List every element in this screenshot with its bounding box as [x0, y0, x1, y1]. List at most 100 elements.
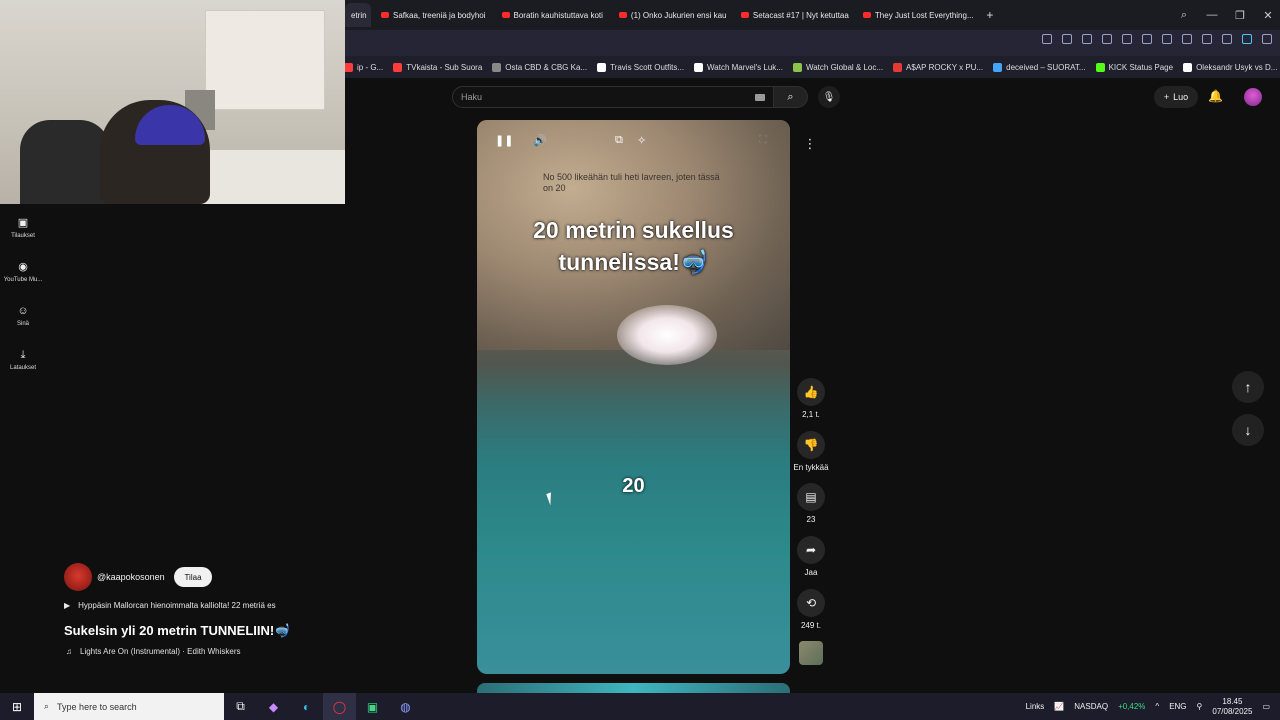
channel-avatar[interactable] [64, 563, 92, 591]
bookmark-item[interactable]: ip - G... [344, 62, 383, 72]
browser-tab[interactable]: Safkaa, treeniä ja bodyhoi [375, 3, 492, 27]
volume-icon[interactable]: 🔊 [533, 134, 547, 147]
bookmark-favicon-icon [597, 62, 607, 72]
bookmark-label: Watch Marvel's Luk... [707, 62, 783, 72]
create-button[interactable]: + Luo [1154, 86, 1198, 108]
channel-handle[interactable]: @kaapokosonen [97, 572, 165, 582]
subscribe-button[interactable]: Tilaa [174, 567, 212, 587]
search-button[interactable]: ⌕ [774, 86, 808, 108]
sidebar-item-label: YouTube Mu... [3, 277, 43, 283]
profile-icon[interactable] [1222, 34, 1232, 44]
edge-icon[interactable]: ◐ [290, 693, 323, 720]
bookmark-item[interactable]: Osta CBD & CBG Ka... [492, 62, 587, 72]
youtube-music-icon: ◉ [18, 261, 28, 273]
tab-label: Boratin kauhistuttava koti [513, 10, 603, 20]
microphone-icon: 🎙 [822, 91, 836, 103]
video-title-line-1: 20 metrin sukellus [533, 217, 734, 243]
more-options-icon[interactable]: ⋮ [803, 136, 817, 152]
account-avatar[interactable] [1244, 88, 1262, 106]
bookmark-item[interactable]: KICK Status Page [1095, 62, 1173, 72]
app-icon[interactable]: ▣ [356, 693, 389, 720]
task-view-icon[interactable]: ⧉ [224, 693, 257, 720]
arrow-down-icon: ↓ [1244, 422, 1252, 438]
comments-button[interactable]: ▤ 23 [790, 483, 832, 524]
sound-thumbnail[interactable] [799, 641, 823, 665]
sidebar-item[interactable]: ☺ Sinä [0, 305, 46, 327]
browser-tab[interactable]: Setacast #17 | Nyt ketuttaa [735, 3, 853, 27]
network-icon[interactable]: ⚲ [1197, 702, 1203, 711]
opera-icon[interactable]: ◯ [323, 693, 356, 720]
ai-icon[interactable] [1242, 34, 1252, 44]
shield-icon[interactable] [1102, 34, 1112, 44]
tab-label: etrin [351, 10, 367, 20]
language-indicator[interactable]: ENG [1169, 702, 1186, 711]
copilot-icon[interactable]: ◆ [257, 693, 290, 720]
dislike-button[interactable]: 👎 En tykkää [790, 431, 832, 472]
window-controls: ⌕ — ❐ ✕ [1168, 0, 1280, 30]
search-input[interactable]: Haku [452, 86, 774, 108]
clock-time: 18.45 [1222, 696, 1243, 706]
bookmark-item[interactable]: Watch Marvel's Luk... [694, 62, 783, 72]
restore-button[interactable]: ❐ [1228, 9, 1252, 22]
bookmark-favicon-icon [492, 62, 502, 72]
youtube-favicon-icon [381, 12, 389, 18]
sidebar-item[interactable]: ⤓ Lataukset [0, 349, 46, 371]
music-attribution[interactable]: ♫ Lights Are On (Instrumental) · Edith W… [66, 647, 241, 656]
links-label[interactable]: Links [1026, 702, 1045, 711]
keyboard-icon[interactable] [755, 94, 765, 101]
bookmark-item[interactable]: TVkaista - Sub Suora [393, 62, 482, 72]
menu-icon[interactable] [1202, 34, 1212, 44]
fullscreen-icon[interactable]: ⛶ [759, 134, 767, 147]
bookmark-item[interactable]: Oleksandr Usyk vs D... [1183, 62, 1277, 72]
like-button[interactable]: 👍 2,1 t. [790, 378, 832, 419]
previous-short-button[interactable]: ↑ [1232, 371, 1264, 403]
bookmark-favicon-icon [393, 62, 403, 72]
settings-icon[interactable] [1262, 34, 1272, 44]
notification-center-icon[interactable]: ▭ [1262, 702, 1270, 711]
minimize-button[interactable]: — [1200, 9, 1224, 21]
downloads-icon[interactable] [1182, 34, 1192, 44]
browser-tab[interactable]: etrin [345, 3, 371, 27]
tab-label: Setacast #17 | Nyt ketuttaa [752, 10, 849, 20]
voice-search-button[interactable]: 🎙 [818, 86, 840, 108]
share-button[interactable]: ➦ Jaa [790, 536, 832, 577]
extension-icon[interactable] [1122, 34, 1132, 44]
heart-icon[interactable] [1162, 34, 1172, 44]
sidebar-item[interactable]: ▣ Tilaukset [0, 217, 46, 239]
close-window-button[interactable]: ✕ [1256, 9, 1280, 22]
clock[interactable]: 18.45 07/08/2025 [1212, 697, 1252, 717]
short-description[interactable]: ▶ Hyppäsin Mallorcan hienoimmalta kallio… [64, 601, 276, 610]
remix-button[interactable]: ⟲ 249 t. [790, 589, 832, 630]
sidebar-item-label: Lataukset [9, 365, 37, 371]
browser-tab[interactable]: (1) Onko Jukurien ensi kau [613, 3, 731, 27]
tray-chevron-icon[interactable]: ^ [1155, 702, 1159, 711]
discord-icon[interactable]: ◍ [389, 693, 422, 720]
windows-start-icon[interactable]: ⊞ [0, 700, 34, 714]
new-tab-button[interactable]: + [981, 6, 999, 24]
edit-icon[interactable] [1062, 34, 1072, 44]
notifications-bell-icon[interactable]: 🔔 [1208, 89, 1223, 103]
bookmark-favicon-icon [1095, 62, 1105, 72]
bookmark-item[interactable]: Travis Scott Outfits... [597, 62, 684, 72]
camera-icon[interactable] [1082, 34, 1092, 44]
browser-tab[interactable]: They Just Lost Everything... [857, 3, 975, 27]
browser-search-icon[interactable]: ⌕ [1172, 9, 1196, 22]
search-icon: ⌕ [787, 90, 794, 103]
ticker-name[interactable]: NASDAQ [1074, 702, 1108, 711]
browser-tab[interactable]: Boratin kauhistuttava koti [496, 3, 609, 27]
pause-icon[interactable]: ❚❚ [495, 134, 513, 147]
next-short-preview[interactable] [477, 683, 790, 693]
zoom-icon[interactable] [1042, 34, 1052, 44]
taskbar-search[interactable]: ⌕ Type here to search [34, 693, 224, 720]
play-icon[interactable] [1142, 34, 1152, 44]
shorts-video-player[interactable]: ❚❚ 🔊 ⧉ ✧ ⛶ No 500 likeähän tuli heti lav… [477, 120, 790, 674]
bookmark-item[interactable]: Watch Global & Loc... [792, 62, 883, 72]
sparkle-icon[interactable]: ✧ [637, 134, 646, 147]
bookmark-item[interactable]: A$AP ROCKY x PU... [893, 62, 983, 72]
next-short-button[interactable]: ↓ [1232, 414, 1264, 446]
miniplayer-icon[interactable]: ⧉ [615, 134, 623, 147]
youtube-favicon-icon [740, 12, 749, 18]
bookmark-favicon-icon [792, 62, 802, 72]
bookmark-item[interactable]: deceived – SUORAT... [993, 62, 1086, 72]
sidebar-item[interactable]: ◉ YouTube Mu... [0, 261, 46, 283]
